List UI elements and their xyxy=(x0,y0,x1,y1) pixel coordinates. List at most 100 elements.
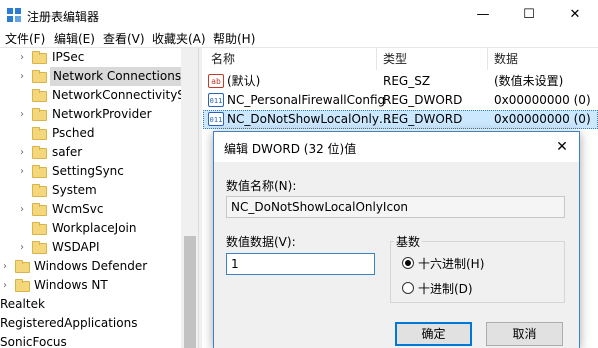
cancel-button[interactable]: 取消 xyxy=(486,322,563,346)
tree-item-label: NetworkProvider xyxy=(52,107,152,121)
folder-icon xyxy=(32,184,47,197)
tree-item-windows-defender[interactable]: › Windows Defender xyxy=(0,257,198,276)
window-title: 注册表编辑器 xyxy=(27,10,100,24)
value-data-input[interactable]: 1 xyxy=(226,253,375,275)
tree-item-label: Windows Defender xyxy=(34,259,148,273)
expand-chevron-icon[interactable]: › xyxy=(17,48,27,67)
tree-item-label: IPSec xyxy=(52,50,85,64)
expand-chevron-icon[interactable] xyxy=(17,86,27,105)
value-name: NC_PersonalFirewallConfig xyxy=(227,93,386,107)
registry-tree[interactable]: › IPSec › Network Connections NetworkCon… xyxy=(0,48,198,348)
ok-button[interactable]: 确定 xyxy=(395,322,472,346)
tree-item-label: WSDAPI xyxy=(52,240,100,254)
tree-item-label: safer xyxy=(52,145,83,159)
value-data: (数值未设置) xyxy=(494,74,564,88)
base-groupbox xyxy=(390,241,565,303)
expand-chevron-icon[interactable]: › xyxy=(17,162,27,181)
expand-chevron-icon[interactable]: › xyxy=(17,200,27,219)
expand-chevron-icon[interactable] xyxy=(17,219,27,238)
folder-icon xyxy=(32,241,47,254)
menu-edit[interactable]: 编辑(E) xyxy=(54,30,95,48)
column-header-data[interactable]: 数据 xyxy=(494,48,518,70)
pane-splitter[interactable] xyxy=(198,48,202,348)
menu-view[interactable]: 查看(V) xyxy=(103,30,145,48)
hex-radio-label[interactable]: 十六进制(H) xyxy=(418,255,484,272)
tree-item-wsdapi[interactable]: › WSDAPI xyxy=(0,238,198,257)
value-type: REG_SZ xyxy=(383,74,431,88)
column-divider[interactable] xyxy=(376,48,377,70)
tree-item-label: Realtek xyxy=(0,297,45,311)
tree-item-system[interactable]: System xyxy=(0,181,198,200)
tree-item-windows-nt[interactable]: › Windows NT xyxy=(0,276,198,295)
menu-favorites[interactable]: 收藏夹(A) xyxy=(152,30,206,48)
maximize-button[interactable]: ☐ xyxy=(506,0,552,30)
tree-item-label: System xyxy=(52,183,97,197)
dialog-title: 编辑 DWORD (32 位)值 xyxy=(224,142,357,156)
value-row-donotshowlocalonly[interactable]: 011 NC_DoNotShowLocalOnly… REG_DWORD 0x0… xyxy=(203,110,598,129)
value-data: 0x00000000 (0) xyxy=(494,93,591,107)
tree-item-networkconnectivitystat[interactable]: NetworkConnectivityStat xyxy=(0,86,198,105)
folder-icon xyxy=(32,70,47,83)
tree-scrollbar-thumb[interactable] xyxy=(184,236,196,348)
tree-item-realtek[interactable]: Realtek xyxy=(0,295,198,314)
value-type: REG_DWORD xyxy=(383,93,463,107)
dec-radio-label[interactable]: 十进制(D) xyxy=(418,280,473,297)
folder-icon xyxy=(15,279,30,292)
tree-item-label: NetworkConnectivityStat xyxy=(52,88,198,102)
expand-chevron-icon[interactable]: › xyxy=(17,67,27,86)
tree-item-label: WorkplaceJoin xyxy=(52,221,137,235)
minimize-button[interactable]: — xyxy=(460,0,506,30)
folder-icon xyxy=(32,108,47,121)
tree-item-label: Psched xyxy=(52,126,95,140)
tree-item-label: Windows NT xyxy=(34,278,108,292)
column-divider[interactable] xyxy=(487,48,488,70)
close-button[interactable]: ✕ xyxy=(552,0,598,30)
expand-chevron-icon[interactable]: › xyxy=(17,143,27,162)
dialog-close-button[interactable]: ✕ xyxy=(545,132,579,162)
expand-chevron-icon[interactable]: › xyxy=(0,257,10,276)
expand-chevron-icon[interactable]: › xyxy=(0,276,10,295)
folder-icon xyxy=(32,165,47,178)
base-label: 基数 xyxy=(394,233,423,250)
tree-item-label: Network Connections xyxy=(50,67,185,86)
dialog-titlebar[interactable]: 编辑 DWORD (32 位)值 ✕ xyxy=(214,132,579,162)
tree-item-networkprovider[interactable]: › NetworkProvider xyxy=(0,105,198,124)
tree-item-wcmsvc[interactable]: › WcmSvc xyxy=(0,200,198,219)
value-name: NC_DoNotShowLocalOnly… xyxy=(227,112,391,126)
value-name: (默认) xyxy=(227,74,261,88)
tree-item-registeredapplications[interactable]: RegisteredApplications xyxy=(0,314,198,333)
folder-icon xyxy=(32,222,47,235)
expand-chevron-icon[interactable]: › xyxy=(17,238,27,257)
folder-icon xyxy=(32,203,47,216)
column-header-name[interactable]: 名称 xyxy=(211,48,235,70)
folder-icon xyxy=(15,260,30,273)
tree-item-workplacejoin[interactable]: WorkplaceJoin xyxy=(0,219,198,238)
menu-file[interactable]: 文件(F) xyxy=(5,30,45,48)
tree-item-safer[interactable]: › safer xyxy=(0,143,198,162)
folder-icon xyxy=(32,146,47,159)
dword-value-icon: 011 xyxy=(208,112,224,126)
tree-item-label: RegisteredApplications xyxy=(0,316,138,330)
expand-chevron-icon[interactable]: › xyxy=(17,105,27,124)
dec-radio[interactable] xyxy=(402,282,414,294)
tree-item-psched[interactable]: Psched xyxy=(0,124,198,143)
regedit-app-icon xyxy=(6,7,22,23)
value-data: 0x00000000 (0) xyxy=(494,112,591,126)
hex-radio[interactable] xyxy=(402,257,414,269)
tree-item-label: SettingSync xyxy=(52,164,124,178)
tree-item-ipsec[interactable]: › IPSec xyxy=(0,48,198,67)
value-name-field[interactable]: NC_DoNotShowLocalOnlyIcon xyxy=(226,196,565,218)
tree-item-network-connections[interactable]: › Network Connections xyxy=(0,67,198,86)
expand-chevron-icon[interactable] xyxy=(17,181,27,200)
dialog-body: 数值名称(N): NC_DoNotShowLocalOnlyIcon 数值数据(… xyxy=(214,162,579,348)
folder-icon xyxy=(32,51,47,64)
tree-item-sonicfocus[interactable]: SonicFocus xyxy=(0,333,198,348)
dword-value-icon: 011 xyxy=(208,93,224,107)
menu-help[interactable]: 帮助(H) xyxy=(213,30,255,48)
expand-chevron-icon[interactable] xyxy=(17,124,27,143)
value-data-label: 数值数据(V): xyxy=(226,235,296,249)
value-row-default[interactable]: ab (默认) REG_SZ (数值未设置) xyxy=(203,72,598,91)
value-row-personalfirewallconfig[interactable]: 011 NC_PersonalFirewallConfig REG_DWORD … xyxy=(203,91,598,110)
tree-item-settingsync[interactable]: › SettingSync xyxy=(0,162,198,181)
column-header-type[interactable]: 类型 xyxy=(383,48,407,70)
